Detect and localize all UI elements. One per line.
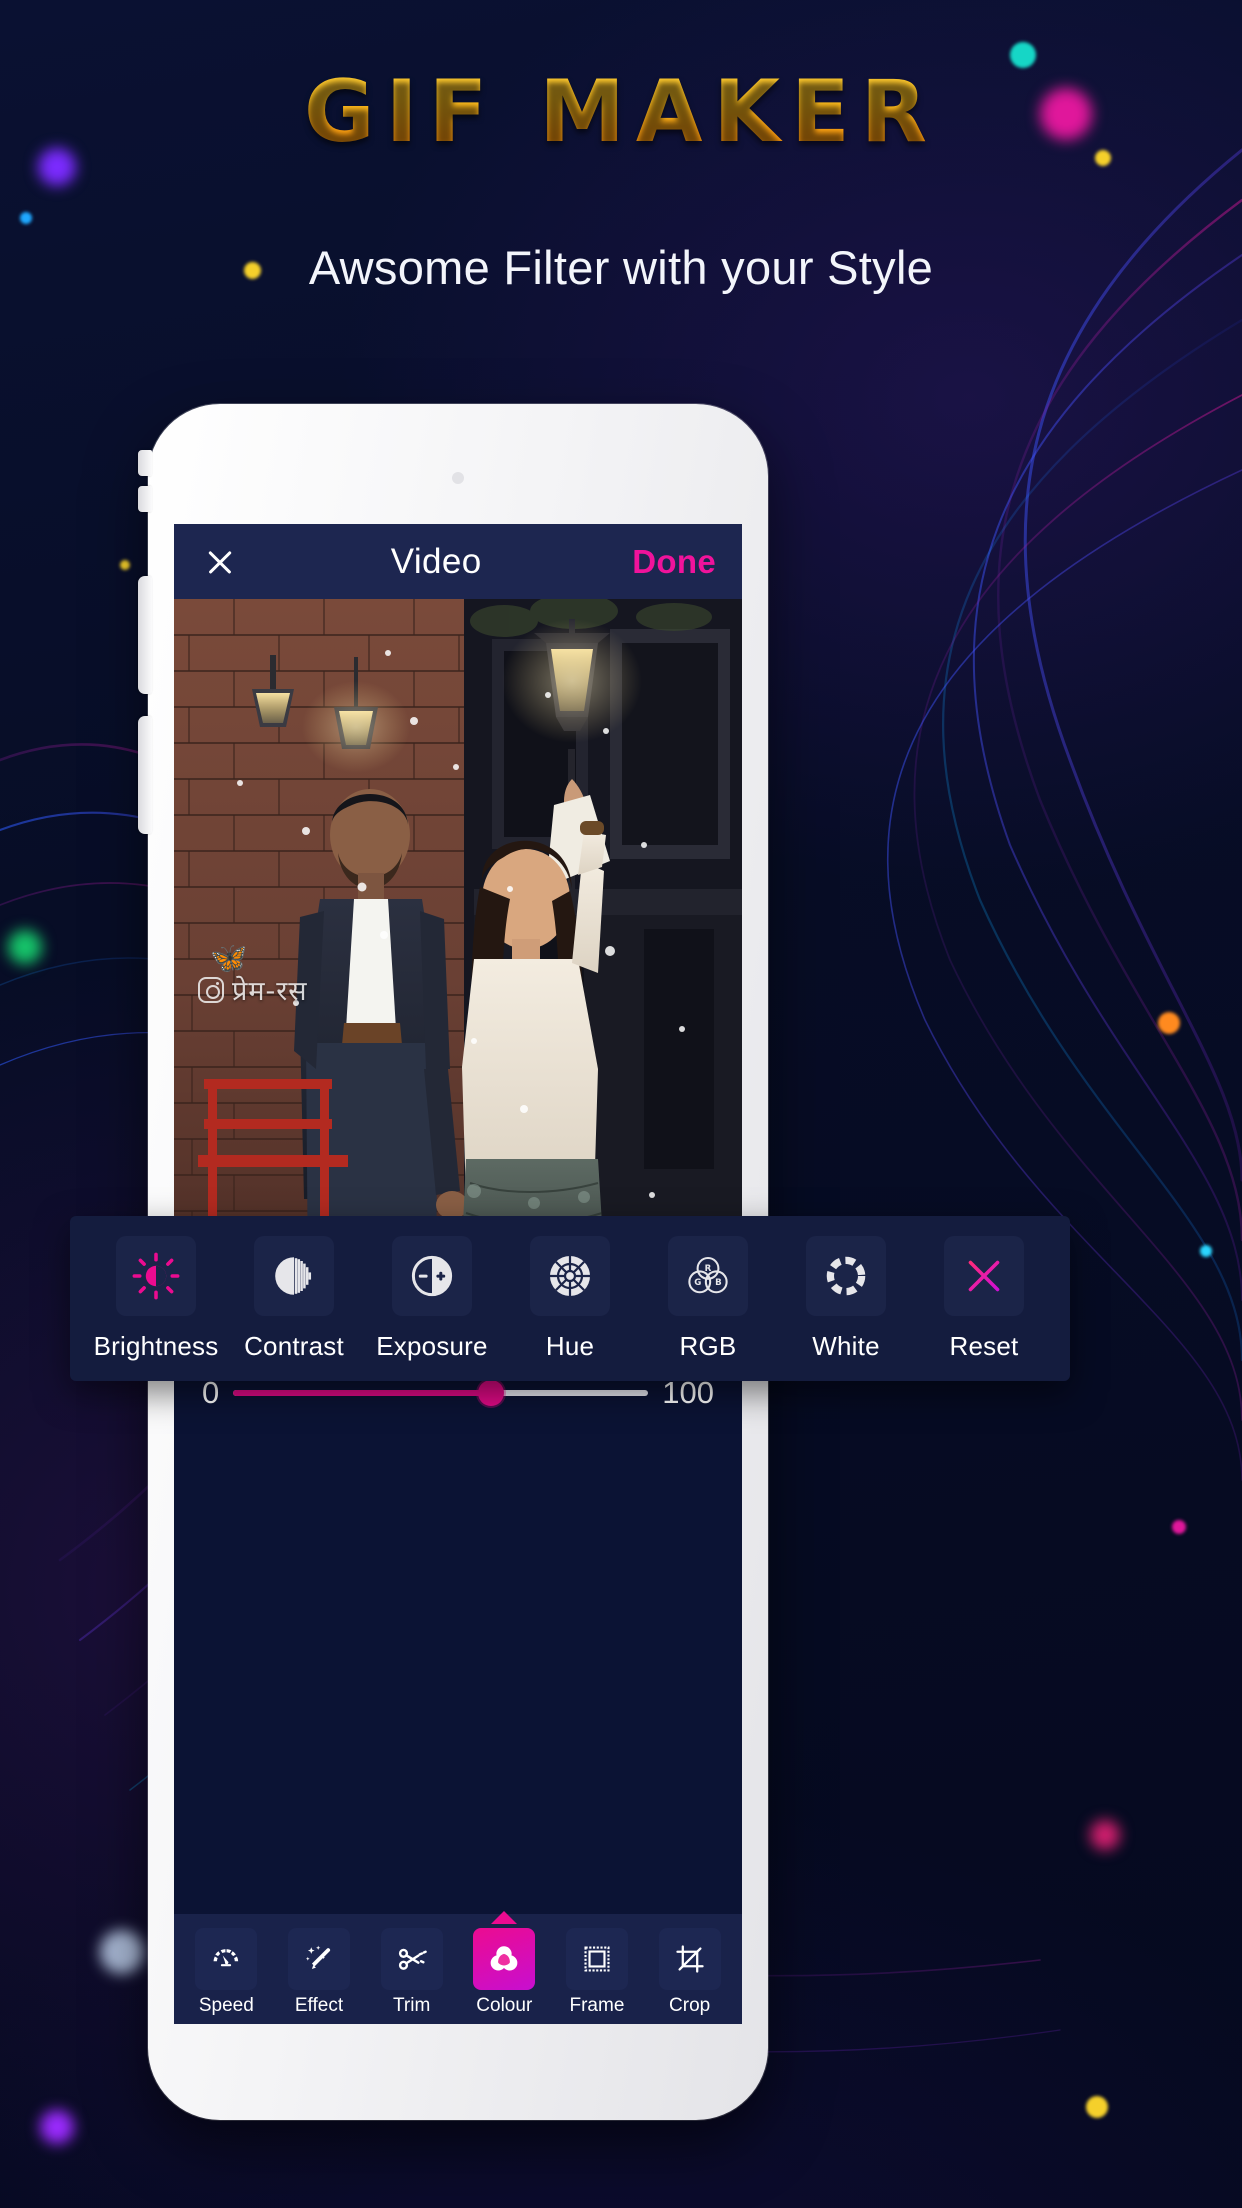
bokeh-light [20,212,32,224]
screen-title: Video [390,541,482,581]
filter-item-brightness[interactable]: Brightness [93,1235,219,1362]
magic-wand-icon [287,1927,350,1990]
nav-item-colour[interactable]: Colour [465,1922,543,2017]
exposure-plusminus-icon [392,1235,472,1316]
filter-item-rgb[interactable]: R G B RGB [648,1235,768,1362]
reset-x-icon [944,1235,1024,1316]
scissors-icon [380,1927,443,1990]
done-button[interactable]: Done [632,543,716,581]
bokeh-light [1090,1820,1120,1850]
phone-side-button [138,486,152,512]
nav-item-speed[interactable]: Speed [187,1922,265,2017]
filter-item-white[interactable]: White [786,1235,906,1362]
nav-label: Frame [569,1994,625,2016]
filter-label: Reset [949,1330,1019,1361]
contrast-circle-icon [254,1235,334,1316]
nav-item-frame[interactable]: Frame [558,1922,636,2017]
brightness-sun-icon [116,1235,196,1316]
page-title: GIF MAKER [303,62,939,162]
watermark-handle: प्रेम-रस [232,976,308,1007]
bokeh-light [1200,1245,1212,1257]
phone-power-button [138,716,152,834]
slider-fill [233,1390,491,1396]
colour-venn-icon [473,1927,536,1990]
bokeh-light [40,2110,74,2144]
nav-item-trim[interactable]: Trim [373,1922,451,2017]
colour-filter-panel: Brightness Contrast Exposure Hue R G B R… [70,1216,1070,1381]
bokeh-light [1086,2096,1108,2118]
nav-item-crop[interactable]: Crop [651,1922,729,2017]
promo-screenshot: GIF MAKER Awsome Filter with your Style … [0,0,1242,2208]
filter-label: Hue [545,1330,595,1361]
nav-label: Crop [669,1994,711,2016]
hero-title-wrap: GIF MAKER [0,62,1242,162]
instagram-icon [198,976,224,1003]
nav-label: Trim [393,1994,431,2016]
brightness-slider[interactable] [233,1380,649,1406]
bokeh-light [1172,1520,1186,1534]
nav-label: Speed [198,1994,254,2016]
rgb-letter-g: G [694,1278,701,1288]
hue-wheel-icon [530,1235,610,1316]
rgb-letter-r: R [705,1264,712,1274]
bokeh-light [100,1930,144,1974]
phone-side-button [138,450,152,476]
slider-knob[interactable] [477,1380,504,1406]
rgb-letter-b: B [715,1278,722,1288]
app-header: Video Done [174,524,742,599]
frame-stamp-icon [565,1927,628,1990]
filter-item-exposure[interactable]: Exposure [372,1235,492,1362]
rgb-venn-icon: R G B [668,1235,748,1316]
bokeh-light [8,930,42,964]
bokeh-light [1158,1012,1180,1034]
filter-label: RGB [679,1330,737,1361]
filter-label: Exposure [376,1330,488,1361]
speedometer-icon [195,1927,258,1990]
nav-label: Colour [476,1994,533,2016]
filter-item-contrast[interactable]: Contrast [234,1235,354,1362]
phone-volume-button [138,576,152,694]
filter-label: White [812,1330,880,1361]
close-icon[interactable] [200,542,240,582]
phone-camera-dot [452,472,464,484]
bottom-nav: Speed Effect Trim Colour Frame Crop [174,1914,742,2024]
white-balance-dashed-ring-icon [806,1235,886,1316]
filter-label: Brightness [93,1330,219,1361]
page-subtitle: Awsome Filter with your Style [308,241,934,294]
video-watermark: प्रेम-रस [198,971,308,1008]
video-frame-illustration [174,599,742,1289]
video-preview[interactable]: 🦋 प्रेम-रस [174,599,742,1289]
nav-label: Effect [294,1994,344,2016]
filter-item-reset[interactable]: Reset [924,1235,1044,1362]
bokeh-light [120,560,130,570]
nav-item-effect[interactable]: Effect [280,1922,358,2017]
filter-item-hue[interactable]: Hue [510,1235,630,1362]
crop-icon [658,1927,721,1990]
filter-label: Contrast [244,1330,344,1361]
